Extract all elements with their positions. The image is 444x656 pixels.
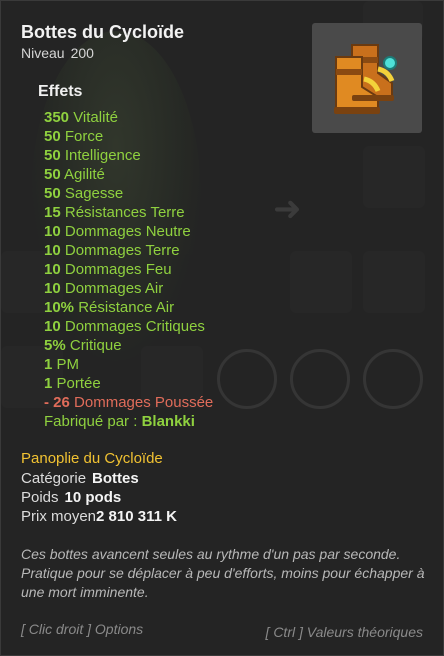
effect-line: 50 Intelligence <box>44 147 141 164</box>
effect-line: 1 PM <box>44 356 80 373</box>
level-label: Niveau <box>21 45 65 61</box>
equipment-slot <box>363 146 425 208</box>
effect-line: 10 Dommages Critiques <box>44 318 205 335</box>
category-value: Bottes <box>92 470 139 487</box>
arrow-right-icon: ➜ <box>273 190 302 228</box>
weight-label: Poids <box>21 489 59 506</box>
equipment-slot <box>290 251 352 313</box>
effect-line: 50 Agilité <box>44 166 105 183</box>
item-name: Bottes du Cycloïde <box>21 22 185 42</box>
effect-line: 10% Résistance Air <box>44 299 175 316</box>
price-row: Prix moyen2 810 311 K <box>21 507 177 526</box>
item-info: Catégorie Bottes Poids 10 pods Prix moyen2… <box>21 469 177 526</box>
boots-icon <box>312 23 422 133</box>
effect-line: 1 Portée <box>44 375 101 392</box>
effect-line: 50 Force <box>44 128 104 145</box>
weight-value: 10 pods <box>64 489 122 506</box>
effect-line: 10 Dommages Air <box>44 280 164 297</box>
effect-line: 50 Sagesse <box>44 185 124 202</box>
category-row: Catégorie Bottes <box>21 469 177 488</box>
effect-line-malus: - 26 Dommages Poussée <box>44 394 214 411</box>
right-click-hint: [ Clic droit ] Options <box>21 621 144 637</box>
empty-slot-icon <box>290 349 350 409</box>
price-label: Prix moyen <box>21 508 97 525</box>
item-level: Niveau 200 <box>21 45 94 61</box>
weight-row: Poids 10 pods <box>21 488 177 507</box>
effects-heading: Effets <box>38 83 83 100</box>
crafted-by: Fabriqué par : Blankki <box>44 413 195 430</box>
effects-list: 350 Vitalité 50 Force 50 Intelligence 50… <box>44 108 213 431</box>
effect-line: 10 Dommages Neutre <box>44 223 191 240</box>
ctrl-hint: [ Ctrl ] Valeurs théoriques <box>265 624 423 640</box>
effect-line: 10 Dommages Terre <box>44 242 180 259</box>
level-value: 200 <box>70 45 94 61</box>
set-link[interactable]: Panoplie du Cycloïde <box>21 450 163 467</box>
item-tooltip: ➜ Bottes du Cycloïde Niveau 200 Effets 3… <box>0 0 444 656</box>
item-description: Ces bottes avancent seules au rythme d'u… <box>21 546 425 600</box>
effect-line: 10 Dommages Feu <box>44 261 172 278</box>
empty-slot-icon <box>217 349 277 409</box>
effect-line: 5% Critique <box>44 337 122 354</box>
price-value: 2 810 311 K <box>96 508 177 525</box>
effect-line: 15 Résistances Terre <box>44 204 185 221</box>
crafter-name: Blankki <box>141 413 195 430</box>
category-label: Catégorie <box>21 470 87 487</box>
effect-line: 350 Vitalité <box>44 109 118 126</box>
empty-slot-icon <box>363 349 423 409</box>
equipment-slot <box>363 251 425 313</box>
